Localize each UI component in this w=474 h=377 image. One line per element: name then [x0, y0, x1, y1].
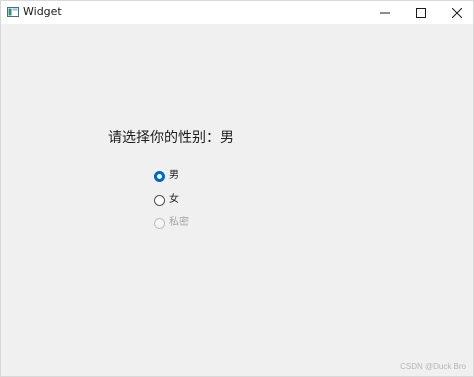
- radio-indicator-private: [154, 217, 165, 229]
- maximize-icon: [416, 7, 426, 18]
- radio-indicator-female[interactable]: [154, 194, 165, 206]
- radio-indicator-male[interactable]: [154, 170, 165, 182]
- gender-prompt-label: 请选择你的性别：男: [108, 130, 234, 146]
- title-bar[interactable]: Widget: [1, 1, 473, 24]
- close-button[interactable]: [437, 1, 474, 24]
- maximize-button[interactable]: [401, 1, 441, 24]
- watermark-text: CSDN @Duck Bro: [400, 362, 466, 371]
- app-window: Widget 请选择你的性别：男 男 女 私密: [0, 0, 474, 377]
- close-icon: [452, 7, 462, 18]
- radio-option-female[interactable]: 女: [154, 192, 179, 208]
- window-title: Widget: [23, 5, 62, 18]
- app-window-icon: [7, 7, 19, 17]
- radio-label-female: 女: [169, 194, 179, 205]
- radio-option-private: 私密: [154, 215, 189, 231]
- radio-label-private: 私密: [169, 217, 189, 228]
- widget-content: 请选择你的性别：男 男 女 私密: [1, 24, 473, 376]
- minimize-button[interactable]: [365, 1, 405, 24]
- radio-label-male: 男: [169, 170, 179, 181]
- minimize-icon: [380, 12, 390, 13]
- radio-option-male[interactable]: 男: [154, 168, 179, 184]
